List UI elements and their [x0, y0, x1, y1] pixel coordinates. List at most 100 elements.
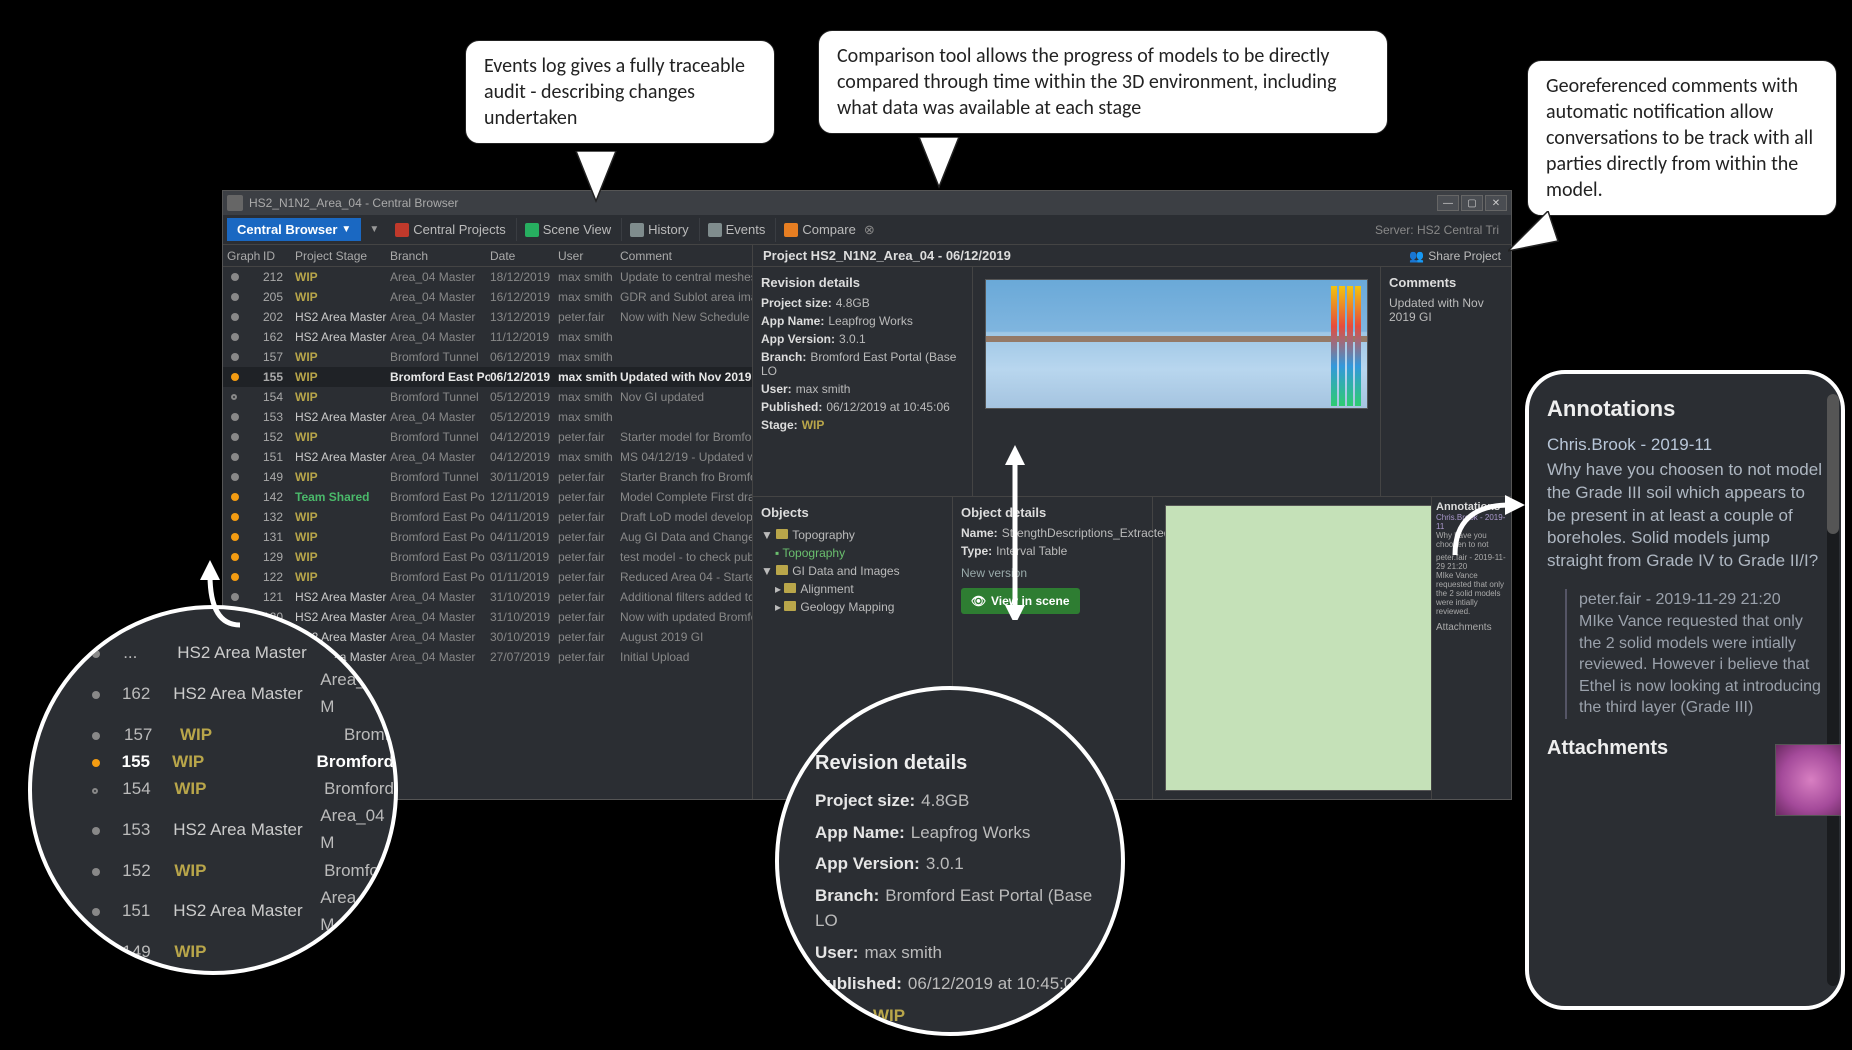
history-icon	[630, 223, 644, 237]
comments-title: Comments	[1389, 275, 1503, 290]
central-projects-tab[interactable]: Central Projects	[387, 218, 513, 241]
zoom-revision-row: 142Team SharedBromf	[92, 965, 394, 975]
central-browser-dropdown[interactable]: Central Browser ▼	[227, 218, 361, 241]
history-tab[interactable]: History	[621, 218, 696, 241]
tree-label: Alignment	[800, 582, 853, 596]
user-value: max smith	[796, 382, 851, 396]
callout-comparison-tool: Comparison tool allows the progress of m…	[818, 30, 1388, 134]
user-key: User:	[761, 382, 792, 396]
revision-row[interactable]: 122WIPBromford East Po01/11/2019peter.fa…	[223, 567, 752, 587]
obj-type-key: Type:	[961, 544, 992, 558]
maximize-button[interactable]: ▢	[1461, 195, 1483, 211]
scrollbar-thumb[interactable]	[1827, 394, 1839, 534]
col-user[interactable]: User	[558, 249, 620, 263]
zoom-revision-row: 157WIPBromf	[92, 721, 394, 748]
col-graph[interactable]: Graph	[223, 249, 263, 263]
attachment-thumbnail[interactable]	[1775, 744, 1845, 816]
z3-reply-author: peter.fair - 2019-11-29 21:20	[1579, 589, 1823, 611]
zoom-annotations: Annotations Chris.Brook - 2019-11 Why ha…	[1525, 370, 1845, 1010]
app-version-key: App Version:	[761, 332, 835, 346]
z2-pub-k: Published:	[815, 974, 902, 993]
revision-row[interactable]: 142Team SharedBromford East Po12/11/2019…	[223, 487, 752, 507]
revision-details-panel: Revision details Project size:4.8GB App …	[753, 267, 973, 496]
branch-key: Branch:	[761, 350, 806, 364]
tree-node-topography[interactable]: ▼ Topography	[761, 526, 944, 544]
scrollbar-track[interactable]	[1827, 394, 1839, 986]
revision-row[interactable]: 121HS2 Area MasterArea_04 Master31/10/20…	[223, 587, 752, 607]
close-tab-icon[interactable]: ⊗	[864, 222, 875, 238]
col-date[interactable]: Date	[490, 249, 558, 263]
revision-row[interactable]: 162HS2 Area MasterArea_04 Master11/12/20…	[223, 327, 752, 347]
share-icon: 👥	[1409, 249, 1424, 263]
tree-node-geology-mapping[interactable]: ▸ Geology Mapping	[761, 598, 944, 616]
col-comment[interactable]: Comment	[620, 249, 752, 263]
compare-tab[interactable]: Compare ⊗	[775, 218, 882, 242]
tree-label: Topography	[792, 528, 855, 542]
revision-row[interactable]: 153HS2 Area MasterArea_04 Master05/12/20…	[223, 407, 752, 427]
zoom-revision-details: Revision details Project size:4.8GB App …	[775, 686, 1125, 1036]
z2-size-v: 4.8GB	[921, 791, 969, 810]
tree-node-gi-data[interactable]: ▼ GI Data and Images	[761, 562, 944, 580]
callout-tail-icon	[909, 137, 969, 197]
revision-row[interactable]: 202HS2 Area MasterArea_04 Master13/12/20…	[223, 307, 752, 327]
revision-row[interactable]: 152WIPBromford Tunnel04/12/2019peter.fai…	[223, 427, 752, 447]
chevron-down-icon[interactable]: ▼	[363, 224, 385, 235]
project-size-value: 4.8GB	[836, 296, 870, 310]
events-label: Events	[726, 222, 766, 237]
z3-title: Annotations	[1547, 394, 1823, 424]
scene-view-tab[interactable]: Scene View	[516, 218, 619, 241]
central-projects-label: Central Projects	[413, 222, 505, 237]
z3-author: Chris.Brook - 2019-11	[1547, 434, 1823, 457]
tree-node-topography-sub[interactable]: ▪ Topography	[761, 544, 944, 562]
z3-reply-body: MIke Vance requested that only the 2 sol…	[1579, 611, 1823, 719]
revision-row[interactable]: 120HS2 Area MasterArea_04 Master31/10/20…	[223, 607, 752, 627]
zoom-revision-row: 155WIPBromford	[92, 748, 394, 775]
revision-row[interactable]: 149WIPBromford Tunnel30/11/2019peter.fai…	[223, 467, 752, 487]
revision-row[interactable]: 131WIPBromford East Po04/11/2019peter.fa…	[223, 527, 752, 547]
col-id[interactable]: ID	[263, 249, 295, 263]
revision-row[interactable]: 212WIPArea_04 Master18/12/2019max smithU…	[223, 267, 752, 287]
share-label: Share Project	[1428, 249, 1501, 263]
revision-row[interactable]: 205WIPArea_04 Master16/12/2019max smithG…	[223, 287, 752, 307]
revision-row[interactable]: 155WIPBromford East Po06/12/2019max smit…	[223, 367, 752, 387]
events-icon	[708, 223, 722, 237]
z2-ver-v: 3.0.1	[926, 854, 964, 873]
revision-row[interactable]: 157WIPBromford Tunnel06/12/2019max smith	[223, 347, 752, 367]
folder-icon	[784, 583, 796, 593]
zoom-revision-list: ...HS2 Area MasterArea_...162HS2 Area Ma…	[28, 605, 398, 975]
compare-icon	[784, 223, 798, 237]
minimize-button[interactable]: —	[1437, 195, 1459, 211]
tree-node-alignment[interactable]: ▸ Alignment	[761, 580, 944, 598]
zoom-revision-row: 152WIPBromford	[92, 857, 394, 884]
z2-app-k: App Name:	[815, 823, 905, 842]
col-stage[interactable]: Project Stage	[295, 249, 390, 263]
chevron-down-icon: ▼	[341, 224, 351, 235]
revision-row[interactable]: 151HS2 Area MasterArea_04 Master04/12/20…	[223, 447, 752, 467]
revision-row[interactable]: 132WIPBromford East Po04/11/2019peter.fa…	[223, 507, 752, 527]
project-size-key: Project size:	[761, 296, 832, 310]
published-value: 06/12/2019 at 10:45:06	[826, 400, 949, 414]
col-branch[interactable]: Branch	[390, 249, 490, 263]
folder-icon	[784, 601, 796, 611]
app-name-value: Leapfrog Works	[828, 314, 913, 328]
folder-icon	[776, 529, 788, 539]
projects-icon	[395, 223, 409, 237]
tree-label: Topography	[782, 546, 845, 560]
callout-tail-icon	[566, 151, 626, 211]
object-details-title: Object details	[961, 505, 1144, 520]
annot-reply-body: MIke Vance requested that only the 2 sol…	[1436, 571, 1507, 616]
share-project-button[interactable]: 👥 Share Project	[1409, 249, 1501, 263]
callout-tail-icon	[1508, 211, 1568, 271]
z2-title: Revision details	[815, 748, 1111, 778]
events-tab[interactable]: Events	[699, 218, 774, 241]
app-icon	[227, 195, 243, 211]
revision-row[interactable]: 129WIPBromford East Po03/11/2019peter.fa…	[223, 547, 752, 567]
comment-text: Updated with Nov 2019 GI	[1389, 296, 1503, 324]
z2-user-v: max smith	[864, 943, 941, 962]
compare-label: Compare	[802, 222, 855, 237]
tree-label: GI Data and Images	[792, 564, 899, 578]
revision-row[interactable]: 154WIPBromford Tunnel05/12/2019max smith…	[223, 387, 752, 407]
z2-app-v: Leapfrog Works	[911, 823, 1031, 842]
comments-panel: Comments Updated with Nov 2019 GI	[1381, 267, 1511, 496]
close-button[interactable]: ✕	[1485, 195, 1507, 211]
